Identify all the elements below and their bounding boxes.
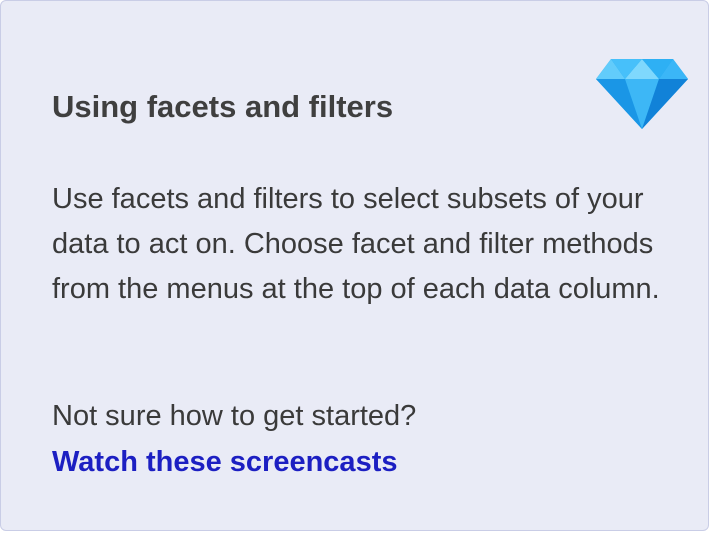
- help-panel: Using facets and filters Use facets and …: [0, 0, 709, 531]
- watch-screencasts-link[interactable]: Watch these screencasts: [52, 440, 397, 484]
- getting-started-prompt: Not sure how to get started?: [52, 400, 417, 432]
- diamond-icon: [595, 57, 689, 131]
- panel-title: Using facets and filters: [52, 89, 394, 124]
- panel-description: Use facets and filters to select subsets…: [52, 183, 660, 305]
